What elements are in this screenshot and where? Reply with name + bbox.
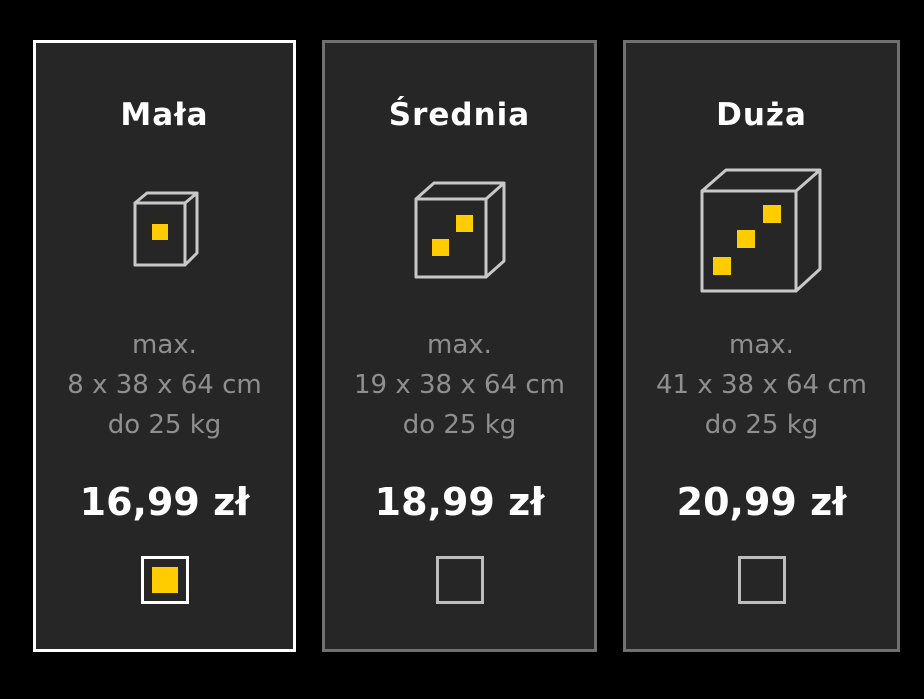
option-card-small[interactable]: Mała max. 8 x 38 x 64 cm do 25 kg 16,99 … <box>33 40 296 652</box>
spec-weight: do 25 kg <box>402 410 517 440</box>
spec-prefix: max. <box>427 330 492 360</box>
option-title: Średnia <box>388 97 531 133</box>
option-spec: max. 8 x 38 x 64 cm do 25 kg <box>36 325 293 445</box>
option-price: 16,99 zł <box>79 480 250 524</box>
medium-box-icon <box>325 181 594 285</box>
spec-dimensions: 8 x 38 x 64 cm <box>67 370 262 400</box>
spec-weight: do 25 kg <box>107 410 222 440</box>
option-checkbox[interactable] <box>738 556 786 604</box>
option-spec: max. 19 x 38 x 64 cm do 25 kg <box>325 325 594 445</box>
spec-dimensions: 19 x 38 x 64 cm <box>354 370 565 400</box>
option-card-medium[interactable]: Średnia max. 19 x 38 x 64 cm do 25 kg 18… <box>322 40 597 652</box>
option-title: Duża <box>716 97 807 133</box>
option-checkbox[interactable] <box>141 556 189 604</box>
option-price: 20,99 zł <box>676 480 847 524</box>
spec-dimensions: 41 x 38 x 64 cm <box>656 370 867 400</box>
option-spec: max. 41 x 38 x 64 cm do 25 kg <box>626 325 897 445</box>
parcel-size-selector: Mała max. 8 x 38 x 64 cm do 25 kg 16,99 … <box>0 0 924 699</box>
option-checkbox[interactable] <box>436 556 484 604</box>
spec-weight: do 25 kg <box>704 410 819 440</box>
large-box-icon <box>626 167 897 299</box>
checkbox-checked-indicator <box>152 567 178 593</box>
option-title: Mała <box>120 97 209 133</box>
small-box-icon <box>36 191 293 275</box>
option-card-large[interactable]: Duża max. 41 x 38 x 64 cm do 25 kg 20,99… <box>623 40 900 652</box>
spec-prefix: max. <box>132 330 197 360</box>
option-price: 18,99 zł <box>374 480 545 524</box>
spec-prefix: max. <box>729 330 794 360</box>
